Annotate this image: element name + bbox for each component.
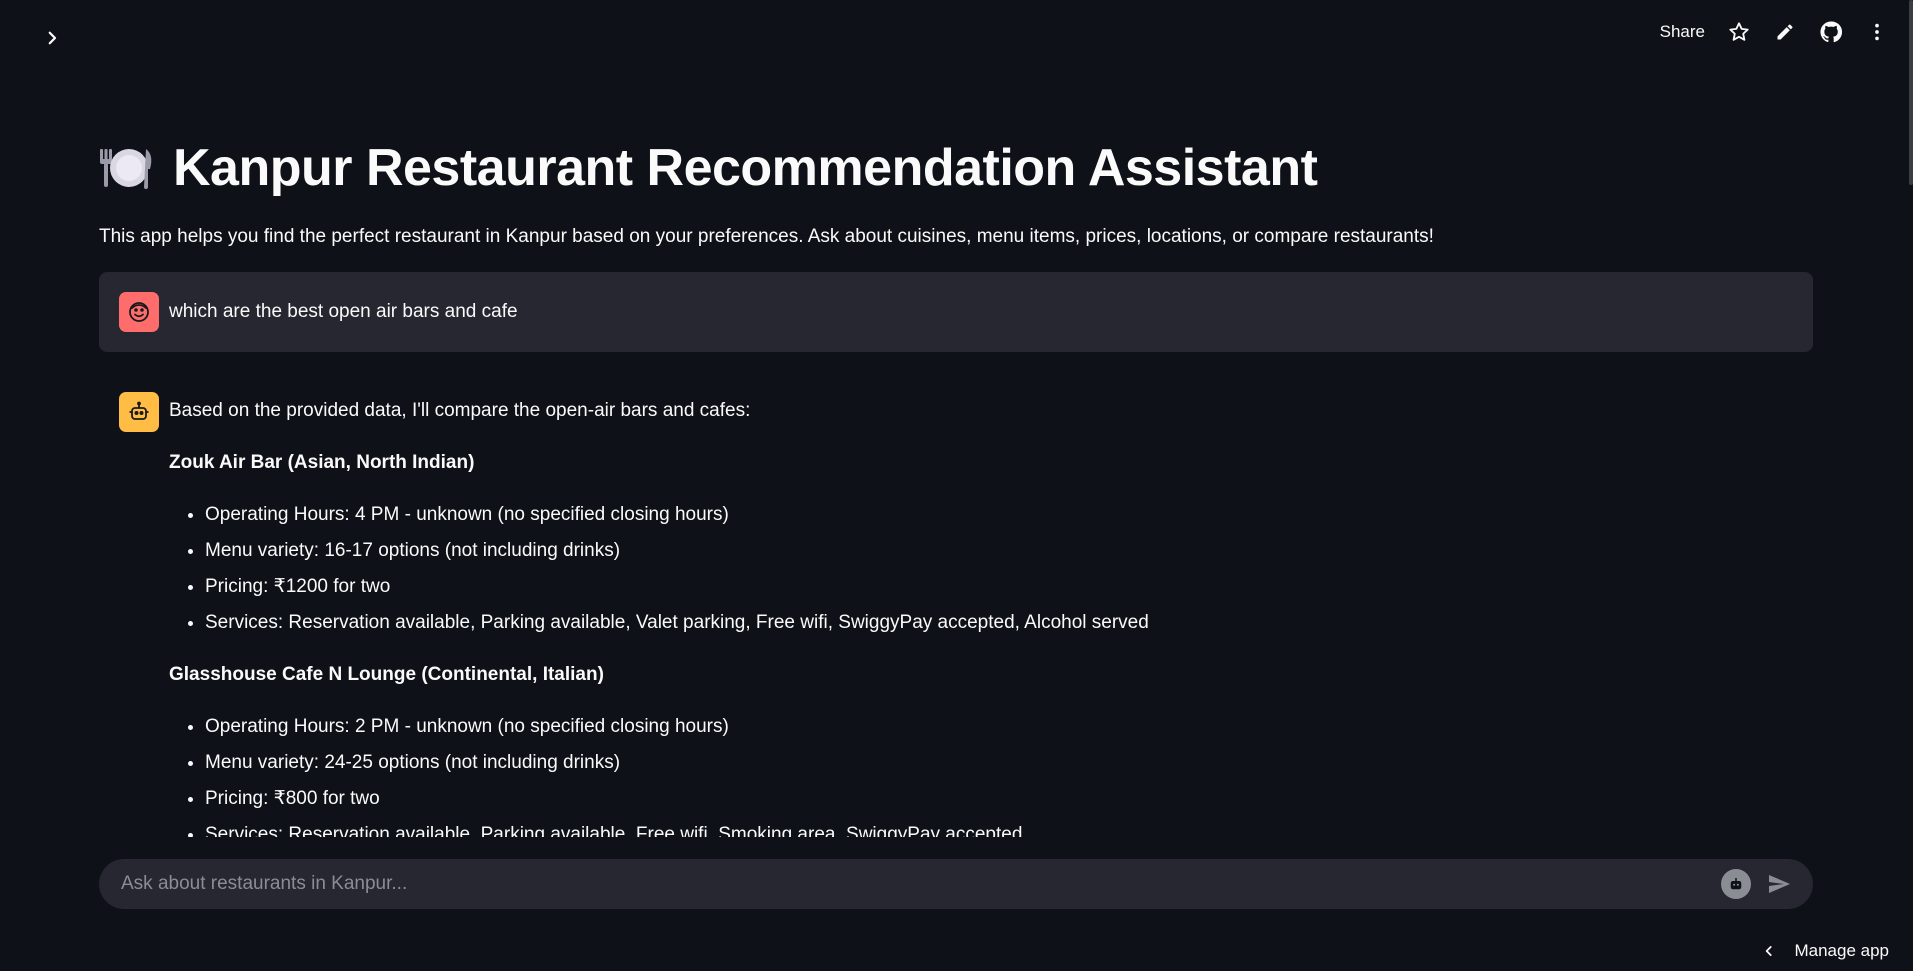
robot-icon: [1721, 869, 1751, 899]
plate-cutlery-icon: [100, 149, 152, 189]
chevron-right-icon: [48, 31, 57, 45]
user-avatar: [119, 292, 159, 332]
github-icon[interactable]: [1819, 20, 1843, 44]
page-description: This app helps you find the perfect rest…: [99, 226, 1434, 247]
send-button[interactable]: [1765, 870, 1793, 898]
share-button[interactable]: Share: [1660, 22, 1705, 42]
assistant-chat-message: Based on the provided data, I'll compare…: [99, 392, 1813, 837]
assistant-avatar: [119, 392, 159, 432]
app-toolbar: Share: [1660, 20, 1889, 44]
assistant-message-body: Based on the provided data, I'll compare…: [169, 398, 1813, 837]
pencil-icon[interactable]: [1773, 20, 1797, 44]
smiley-face-icon: [129, 302, 149, 322]
list-item: Menu variety: 16-17 options (not includi…: [205, 538, 1813, 564]
page-title: Kanpur Restaurant Recommendation Assista…: [173, 139, 1318, 197]
send-icon: [1769, 875, 1790, 893]
assistant-intro: Based on the provided data, I'll compare…: [169, 400, 751, 421]
star-icon[interactable]: [1727, 20, 1751, 44]
list-item: Pricing: ₹1200 for two: [205, 574, 1813, 600]
chat-input-bar: [99, 859, 1813, 909]
chevron-left-icon: [1766, 946, 1773, 956]
list-item: Services: Reservation available, Parking…: [205, 822, 1813, 837]
title-row: Kanpur Restaurant Recommendation Assista…: [99, 130, 1813, 206]
list-item: Operating Hours: 2 PM - unknown (no spec…: [205, 714, 1813, 740]
user-chat-message: which are the best open air bars and caf…: [99, 272, 1813, 352]
manage-app-label: Manage app: [1794, 941, 1889, 960]
more-vertical-icon[interactable]: [1865, 20, 1889, 44]
sidebar-toggle-button[interactable]: [38, 24, 66, 52]
list-item: Pricing: ₹800 for two: [205, 786, 1813, 812]
page-scrollbar[interactable]: [1909, 0, 1913, 185]
list-item: Operating Hours: 4 PM - unknown (no spec…: [205, 502, 1813, 528]
restaurant-heading: Glasshouse Cafe N Lounge (Continental, I…: [169, 664, 604, 685]
user-message-text: which are the best open air bars and caf…: [169, 301, 518, 322]
restaurant-heading: Zouk Air Bar (Asian, North Indian): [169, 452, 475, 473]
restaurant-details-list: Operating Hours: 2 PM - unknown (no spec…: [169, 714, 1813, 837]
list-item: Services: Reservation available, Parking…: [205, 610, 1813, 636]
list-item: Menu variety: 24-25 options (not includi…: [205, 750, 1813, 776]
restaurant-details-list: Operating Hours: 4 PM - unknown (no spec…: [169, 502, 1813, 636]
main-content: Kanpur Restaurant Recommendation Assista…: [99, 130, 1813, 837]
chat-input[interactable]: [119, 872, 1721, 896]
robot-icon: [129, 401, 149, 420]
manage-app-button[interactable]: Manage app: [1762, 941, 1889, 961]
